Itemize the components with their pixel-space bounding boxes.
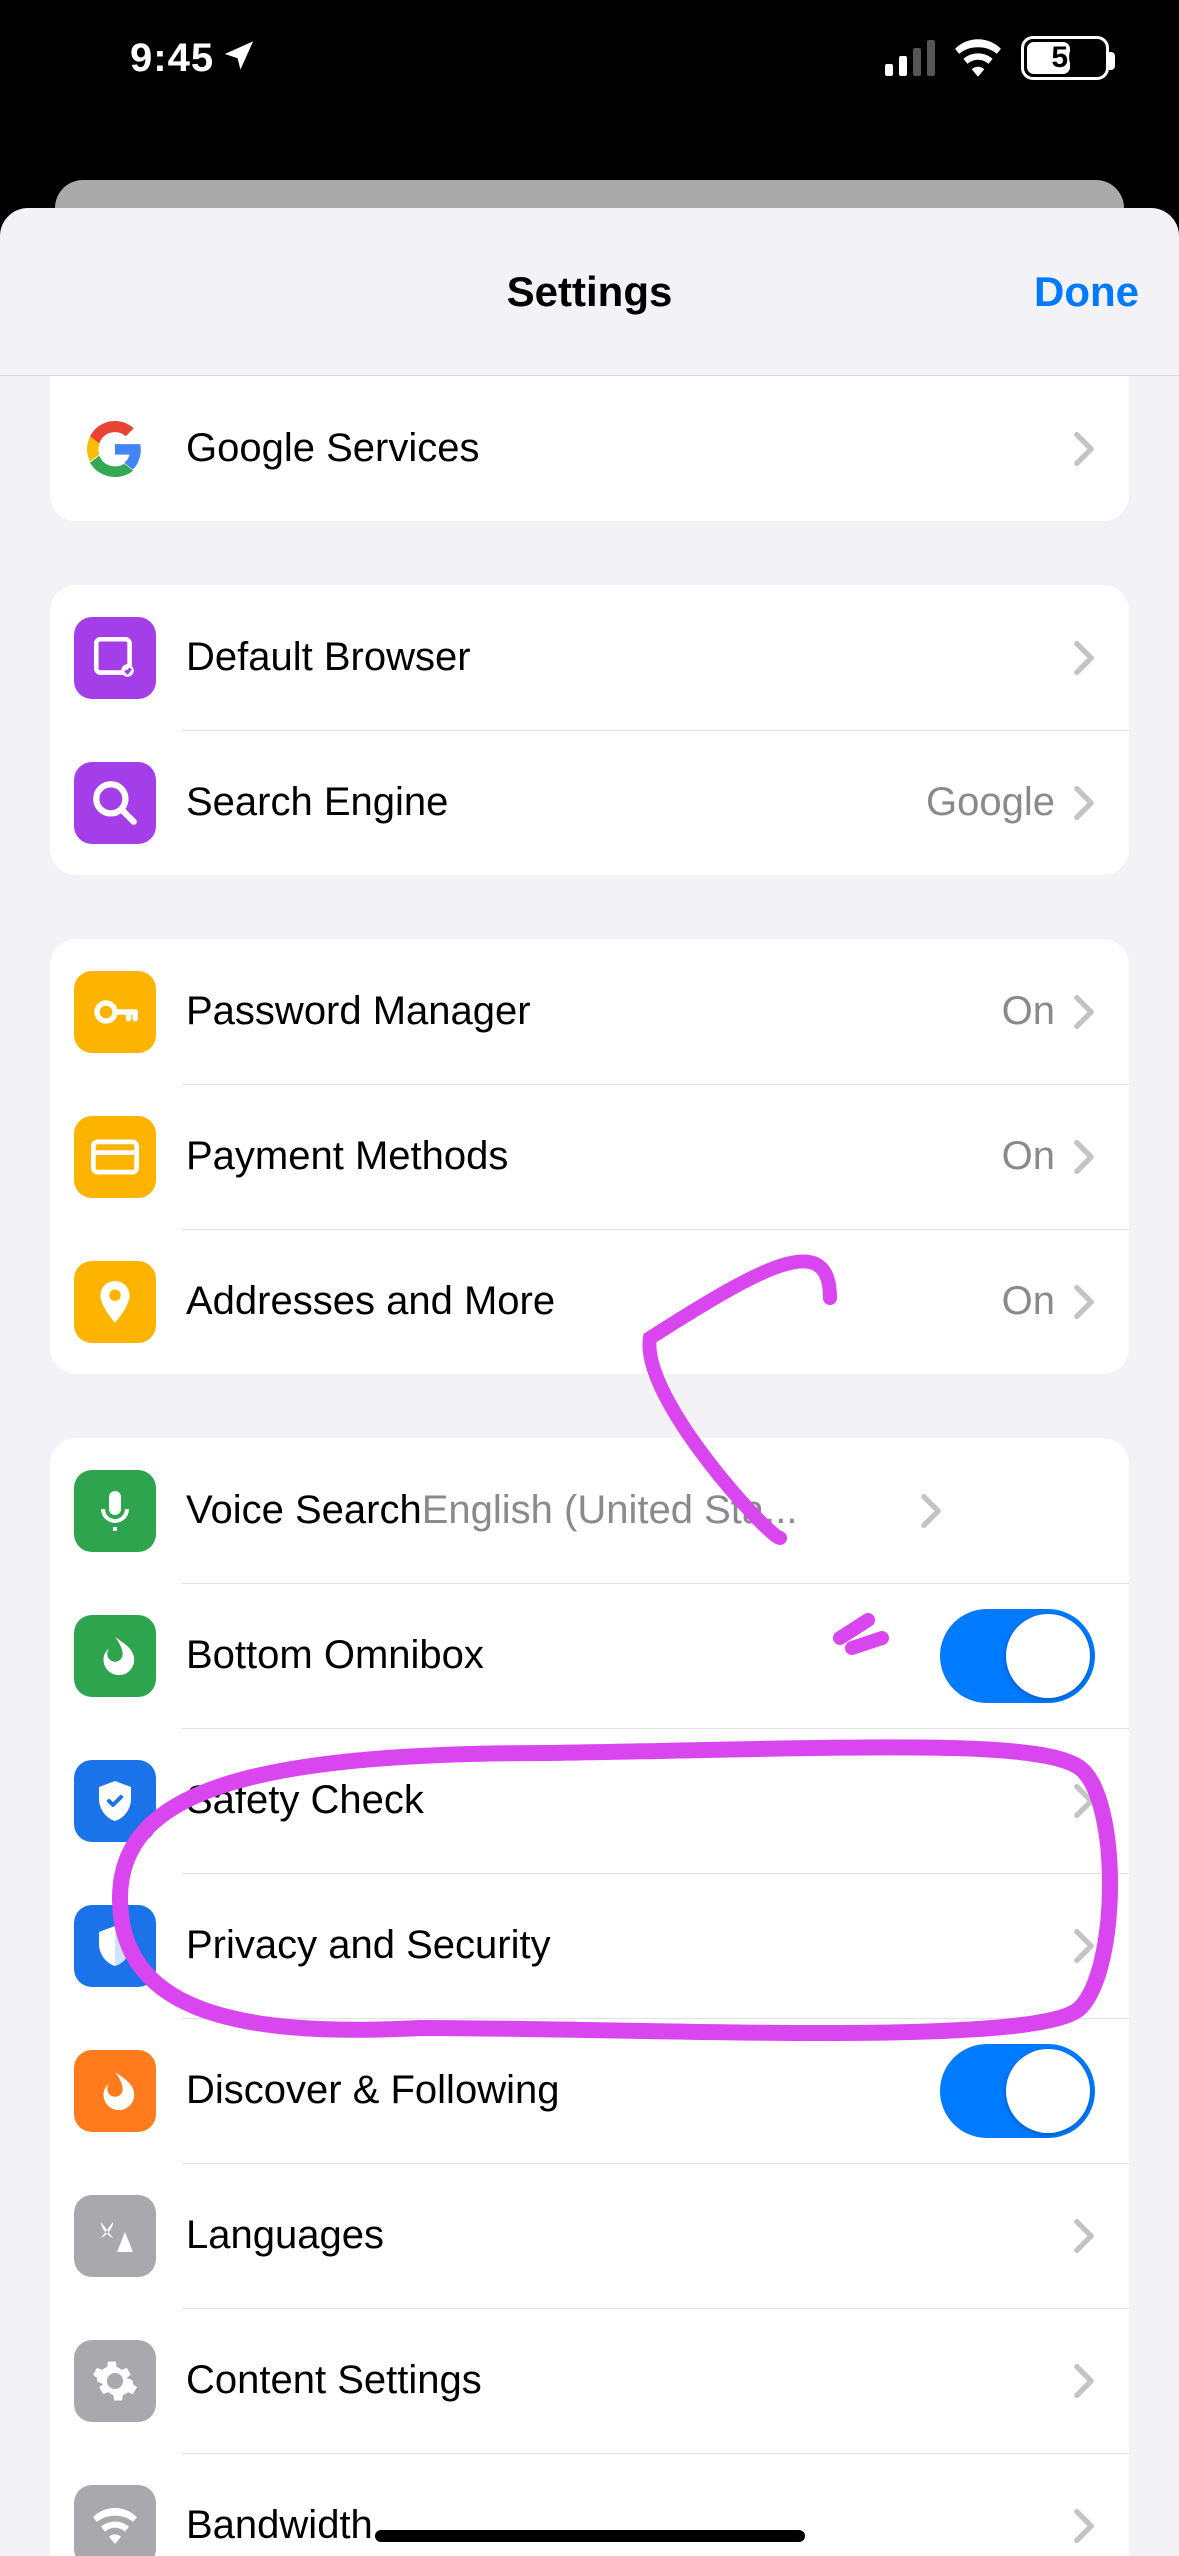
battery-percent: 56: [1027, 39, 1109, 77]
chevron-icon: [1073, 1284, 1095, 1320]
chevron-icon: [1073, 2218, 1095, 2254]
label-safety-check: Safety Check: [186, 1778, 1073, 1823]
toggle-bottom-omnibox[interactable]: [940, 1609, 1095, 1703]
label-addresses: Addresses and More: [186, 1279, 1002, 1324]
translate-icon: [74, 2195, 156, 2277]
location-icon: [222, 36, 256, 81]
label-search-engine: Search Engine: [186, 780, 926, 825]
done-button[interactable]: Done: [1034, 268, 1139, 316]
row-payment-methods[interactable]: Payment Methods On: [50, 1084, 1129, 1229]
group-autofill: Password Manager On Payment Methods On A…: [50, 939, 1129, 1374]
value-voice-search: English (United Sta...: [422, 1488, 902, 1533]
home-indicator[interactable]: [375, 2530, 805, 2542]
label-payment-methods: Payment Methods: [186, 1134, 1002, 1179]
chevron-icon: [1073, 1928, 1095, 1964]
page-title: Settings: [507, 268, 673, 316]
value-search-engine: Google: [926, 780, 1055, 825]
label-bottom-omnibox: Bottom Omnibox: [186, 1633, 940, 1678]
battery-indicator: 56: [1021, 36, 1109, 80]
value-password-manager: On: [1002, 989, 1055, 1034]
status-right: 56: [885, 36, 1109, 80]
status-bar: 9:45 56: [0, 0, 1179, 108]
row-addresses[interactable]: Addresses and More On: [50, 1229, 1129, 1374]
shield-icon: [74, 1905, 156, 1987]
pin-icon: [74, 1261, 156, 1343]
label-privacy: Privacy and Security: [186, 1923, 1073, 1968]
row-default-browser[interactable]: Default Browser: [50, 585, 1129, 730]
value-payment-methods: On: [1002, 1134, 1055, 1179]
fire-icon: [74, 1615, 156, 1697]
cellular-icon: [885, 40, 935, 76]
value-addresses: On: [1002, 1279, 1055, 1324]
row-content-settings[interactable]: Content Settings: [50, 2308, 1129, 2453]
row-discover[interactable]: Discover & Following: [50, 2018, 1129, 2163]
row-bottom-omnibox[interactable]: Bottom Omnibox: [50, 1583, 1129, 1728]
google-icon: [74, 408, 156, 490]
label-default-browser: Default Browser: [186, 635, 1073, 680]
row-privacy[interactable]: Privacy and Security: [50, 1873, 1129, 2018]
row-password-manager[interactable]: Password Manager On: [50, 939, 1129, 1084]
settings-content: Google Services Default Browser Search E…: [0, 376, 1179, 2556]
status-time-area: 9:45: [130, 36, 256, 81]
label-voice-search: Voice Search: [186, 1488, 422, 1533]
label-discover: Discover & Following: [186, 2068, 940, 2113]
search-engine-icon: [74, 762, 156, 844]
chevron-icon: [1073, 1139, 1095, 1175]
group-google: Google Services: [50, 376, 1129, 521]
label-password-manager: Password Manager: [186, 989, 1002, 1034]
chevron-icon: [1073, 1783, 1095, 1819]
flame-icon: [74, 2050, 156, 2132]
label-google-services: Google Services: [186, 426, 1073, 471]
shield-check-icon: [74, 1760, 156, 1842]
chevron-icon: [1073, 994, 1095, 1030]
row-search-engine[interactable]: Search Engine Google: [50, 730, 1129, 875]
group-browser: Default Browser Search Engine Google: [50, 585, 1129, 875]
wifi-tile-icon: [74, 2485, 156, 2556]
gear-icon: [74, 2340, 156, 2422]
wifi-icon: [953, 39, 1003, 77]
toggle-discover[interactable]: [940, 2044, 1095, 2138]
chevron-icon: [920, 1493, 942, 1529]
chevron-icon: [1073, 2363, 1095, 2399]
status-time: 9:45: [130, 36, 214, 81]
group-misc: Voice Search English (United Sta... Bott…: [50, 1438, 1129, 2556]
label-content-settings: Content Settings: [186, 2358, 1073, 2403]
chevron-icon: [1073, 785, 1095, 821]
settings-sheet: Settings Done Google Services Default Br…: [0, 208, 1179, 2556]
label-languages: Languages: [186, 2213, 1073, 2258]
card-icon: [74, 1116, 156, 1198]
row-voice-search[interactable]: Voice Search English (United Sta...: [50, 1438, 1129, 1583]
default-browser-icon: [74, 617, 156, 699]
key-icon: [74, 971, 156, 1053]
mic-icon: [74, 1470, 156, 1552]
row-safety-check[interactable]: Safety Check: [50, 1728, 1129, 1873]
chevron-icon: [1073, 2508, 1095, 2544]
chevron-icon: [1073, 640, 1095, 676]
chevron-icon: [1073, 431, 1095, 467]
row-google-services[interactable]: Google Services: [50, 376, 1129, 521]
row-languages[interactable]: Languages: [50, 2163, 1129, 2308]
nav-bar: Settings Done: [0, 208, 1179, 376]
